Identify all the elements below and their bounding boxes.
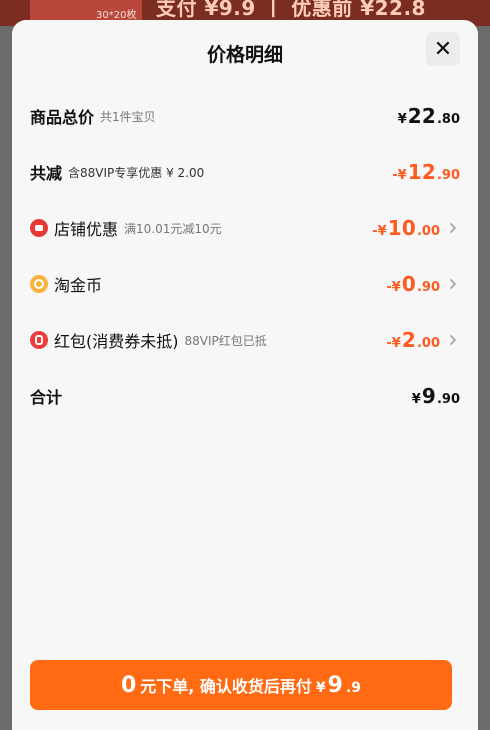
confirm-order-label: 0 元下单, 确认收货后再付 ¥ 9 .9	[121, 673, 361, 698]
row-store-discount-note: 满10.01元减10元	[124, 221, 222, 236]
row-red-packet-label: 红包(消费券未抵)	[54, 332, 179, 351]
row-taojin-coin[interactable]: 淘金币 -¥ 0 .90	[12, 262, 478, 306]
row-taojin-coin-amount: -¥ 0 .90	[386, 272, 440, 296]
row-red-packet-amount-prefix: -¥	[386, 336, 401, 351]
row-store-discount-amount-prefix: -¥	[372, 224, 387, 239]
row-discount-total-note: 含88VIP专享优惠 ¥ 2.00	[68, 165, 205, 180]
row-discount-total-amount-int: 12	[407, 160, 436, 184]
row-store-discount[interactable]: 店铺优惠 满10.01元减10元 -¥ 10 .00	[12, 206, 478, 250]
chevron-right-icon	[446, 277, 460, 291]
sheet-header: 价格明细 ✕	[12, 20, 478, 88]
row-red-packet[interactable]: 红包(消费券未抵) 88VIP红包已抵 -¥ 2 .00	[12, 318, 478, 362]
row-total-amount-int: 22	[407, 104, 436, 128]
sheet-title: 价格明细	[206, 44, 283, 66]
cta-amount-int: 9	[327, 672, 343, 698]
row-final-total-amount-prefix: ¥	[411, 392, 421, 407]
row-final-total: 合计 ¥ 9 .90	[12, 374, 478, 418]
row-total-label: 商品总价	[30, 108, 95, 127]
row-red-packet-amount-dec: .00	[416, 336, 440, 351]
row-total-note: 共1件宝贝	[100, 109, 156, 124]
row-red-packet-amount: -¥ 2 .00	[386, 328, 440, 352]
row-store-discount-amount-int: 10	[387, 216, 416, 240]
row-discount-total-amount: -¥ 12 .90	[392, 160, 460, 184]
background-pay-text: 支付 ¥9.9 丨 优惠前 ¥22.8	[156, 0, 426, 20]
row-final-total-amount-dec: .90	[436, 392, 460, 407]
row-total-amount-dec: .80	[436, 112, 460, 127]
row-total-amount-prefix: ¥	[397, 112, 407, 127]
row-discount-total-amount-dec: .90	[436, 168, 460, 183]
cta-amount-dec: .9	[345, 679, 362, 696]
row-taojin-coin-amount-prefix: -¥	[386, 280, 401, 295]
cta-zero-amount: 0	[120, 672, 137, 698]
chevron-right-icon	[446, 221, 460, 235]
row-discount-total: 共减 含88VIP专享优惠 ¥ 2.00 -¥ 12 .90	[12, 150, 478, 194]
row-red-packet-note: 88VIP红包已抵	[184, 333, 267, 348]
chevron-right-icon	[446, 333, 460, 347]
background-thumbnail-badge: 30*20枚	[96, 10, 137, 21]
row-total: 商品总价 共1件宝贝 ¥ 22 .80	[12, 94, 478, 138]
row-taojin-coin-amount-dec: .90	[416, 280, 440, 295]
cta-main-text: 元下单, 确认收货后再付	[140, 676, 312, 696]
row-final-total-amount-int: 9	[421, 384, 436, 408]
price-detail-sheet: 价格明细 ✕ 商品总价 共1件宝贝 ¥ 22 .80 共减 含88VIP专享优惠…	[12, 20, 478, 730]
row-red-packet-amount-int: 2	[401, 328, 416, 352]
cta-yen: ¥	[315, 679, 326, 696]
row-taojin-coin-label: 淘金币	[54, 276, 103, 295]
close-button[interactable]: ✕	[426, 32, 460, 66]
coin-icon	[30, 275, 48, 293]
store-icon	[30, 219, 48, 237]
row-discount-total-amount-prefix: -¥	[392, 168, 407, 183]
red-packet-icon	[30, 331, 48, 349]
row-final-total-label: 合计	[30, 388, 63, 407]
confirm-order-button[interactable]: 0 元下单, 确认收货后再付 ¥ 9 .9	[30, 660, 452, 710]
row-store-discount-amount-dec: .00	[416, 224, 440, 239]
row-taojin-coin-amount-int: 0	[401, 272, 416, 296]
row-store-discount-label: 店铺优惠	[54, 220, 119, 239]
row-final-total-amount: ¥ 9 .90	[412, 384, 460, 408]
row-total-amount: ¥ 22 .80	[398, 104, 460, 128]
close-icon: ✕	[433, 36, 453, 62]
row-discount-total-label: 共减	[30, 164, 63, 183]
row-store-discount-amount: -¥ 10 .00	[372, 216, 440, 240]
